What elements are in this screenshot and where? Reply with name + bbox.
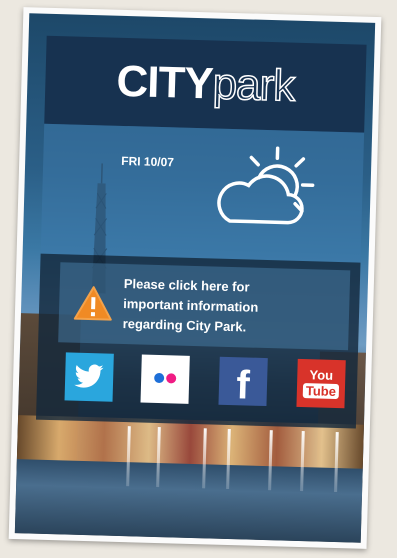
facebook-icon: f	[235, 363, 251, 408]
flickr-icon	[153, 370, 177, 389]
partly-cloudy-icon	[217, 146, 315, 225]
logo-city-text: CITY	[115, 56, 214, 109]
warning-icon	[73, 286, 112, 321]
youtube-tube-text: Tube	[302, 383, 340, 400]
weather-date: FRI 10/07	[121, 153, 175, 170]
notice-text: Please click here for important informat…	[122, 274, 259, 338]
youtube-button[interactable]: You Tube	[296, 358, 346, 409]
city-park-background-photo: CITYpark FRI 10/07 Please click here for…	[14, 13, 376, 543]
important-info-notice[interactable]: Please click here for important informat…	[58, 262, 351, 351]
city-park-logo[interactable]: CITYpark	[115, 56, 296, 112]
twitter-button[interactable]	[64, 352, 114, 402]
photo-card: CITYpark FRI 10/07 Please click here for…	[8, 7, 382, 549]
logo-park-text: park	[211, 59, 295, 112]
header-panel: CITYpark	[44, 35, 367, 133]
weather-panel: FRI 10/07	[40, 123, 365, 263]
twitter-icon	[74, 364, 104, 388]
notice-line: regarding City Park.	[122, 316, 247, 335]
facebook-button[interactable]: f	[218, 356, 268, 408]
youtube-you-text: You	[309, 367, 334, 383]
reflecting-pool	[14, 459, 363, 543]
youtube-icon: You Tube	[302, 367, 340, 400]
flickr-button[interactable]	[140, 354, 190, 404]
info-panel: Please click here for important informat…	[35, 253, 361, 429]
